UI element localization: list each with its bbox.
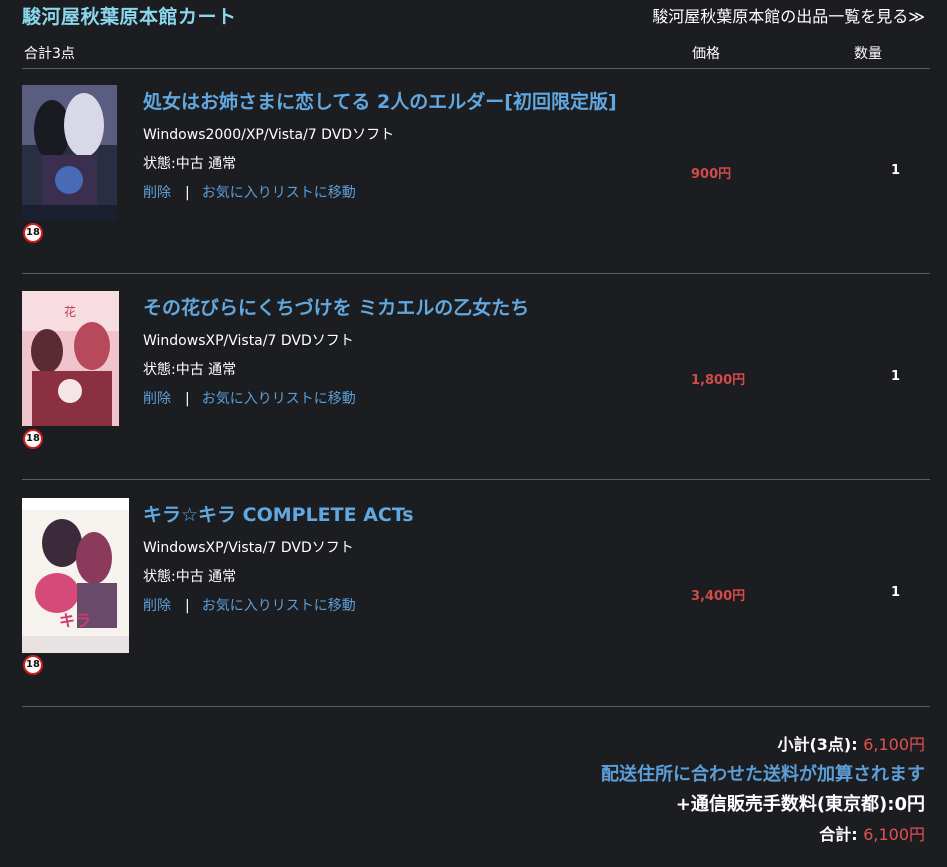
product-cover-image[interactable]: 花 [22,291,119,426]
cart-header: 駿河屋秋葉原本館カート 駿河屋秋葉原本館の出品一覧を見る≫ [0,0,947,34]
item-price: 900円 [691,167,732,182]
subtotal-label: 小計(3点): [777,735,858,754]
product-platform: WindowsXP/Vista/7 DVDソフト [143,540,354,556]
quantity-column-header: 数量 [854,46,882,62]
product-platform: Windows2000/XP/Vista/7 DVDソフト [143,127,395,143]
move-to-favorites-link[interactable]: お気に入りリストに移動 [202,391,356,407]
delete-link[interactable]: 削除 [143,598,171,614]
item-actions: 削除 | お気に入りリストに移動 [143,595,356,615]
cart-title: 駿河屋秋葉原本館カート [22,6,237,28]
item-quantity: 1 [891,163,901,178]
cart-summary: 小計(3点): 6,100円 配送住所に合わせた送料が加算されます +通信販売手… [601,730,925,850]
move-to-favorites-link[interactable]: お気に入りリストに移動 [202,185,356,201]
total-label: 合計: [819,825,858,844]
shipping-notice: 配送住所に合わせた送料が加算されます [601,764,925,785]
move-to-favorites-link[interactable]: お気に入りリストに移動 [202,598,356,614]
total-count-label: 合計3点 [24,46,75,62]
cart-item: 花 18 その花びらにくちづけを ミカエルの乙女たち WindowsXP/Vis… [22,291,930,480]
product-condition: 状態:中古 通常 [143,569,237,585]
product-title-link[interactable]: その花びらにくちづけを ミカエルの乙女たち [143,293,529,320]
r18-badge-icon: 18 [23,655,43,675]
item-price: 3,400円 [691,589,746,604]
subtotal-row: 小計(3点): 6,100円 [601,730,925,760]
total-row: 合計: 6,100円 [601,820,925,850]
svg-text:花: 花 [64,304,76,319]
product-title-link[interactable]: キラ☆キラ COMPLETE ACTs [143,500,414,527]
handling-fee-line: +通信販売手数料(東京都):0円 [675,794,925,815]
delete-link[interactable]: 削除 [143,391,171,407]
total-value: 6,100円 [863,825,925,844]
product-platform: WindowsXP/Vista/7 DVDソフト [143,333,354,349]
column-header-row: 合計3点 価格 数量 [22,40,930,69]
product-cover-image[interactable]: キラ [22,498,129,653]
item-price: 1,800円 [691,373,746,388]
action-separator: | [185,598,190,614]
cart-item: キラ 18 キラ☆キラ COMPLETE ACTs WindowsXP/Vist… [22,498,930,707]
item-actions: 削除 | お気に入りリストに移動 [143,182,356,202]
product-cover-image[interactable] [22,85,117,220]
action-separator: | [185,391,190,407]
item-quantity: 1 [891,585,901,600]
action-separator: | [185,185,190,201]
product-condition: 状態:中古 通常 [143,156,237,172]
cart-item: 18 処女はお姉さまに恋してる 2人のエルダー[初回限定版] Windows20… [22,85,930,274]
r18-badge-icon: 18 [23,429,43,449]
r18-badge-icon: 18 [23,223,43,243]
product-title-link[interactable]: 処女はお姉さまに恋してる 2人のエルダー[初回限定版] [143,87,617,114]
item-actions: 削除 | お気に入りリストに移動 [143,388,356,408]
shop-listing-link[interactable]: 駿河屋秋葉原本館の出品一覧を見る≫ [652,3,925,27]
price-column-header: 価格 [692,46,720,62]
delete-link[interactable]: 削除 [143,185,171,201]
subtotal-value: 6,100円 [863,735,925,754]
product-condition: 状態:中古 通常 [143,362,237,378]
svg-text:キラ: キラ [59,611,91,630]
item-quantity: 1 [891,369,901,384]
